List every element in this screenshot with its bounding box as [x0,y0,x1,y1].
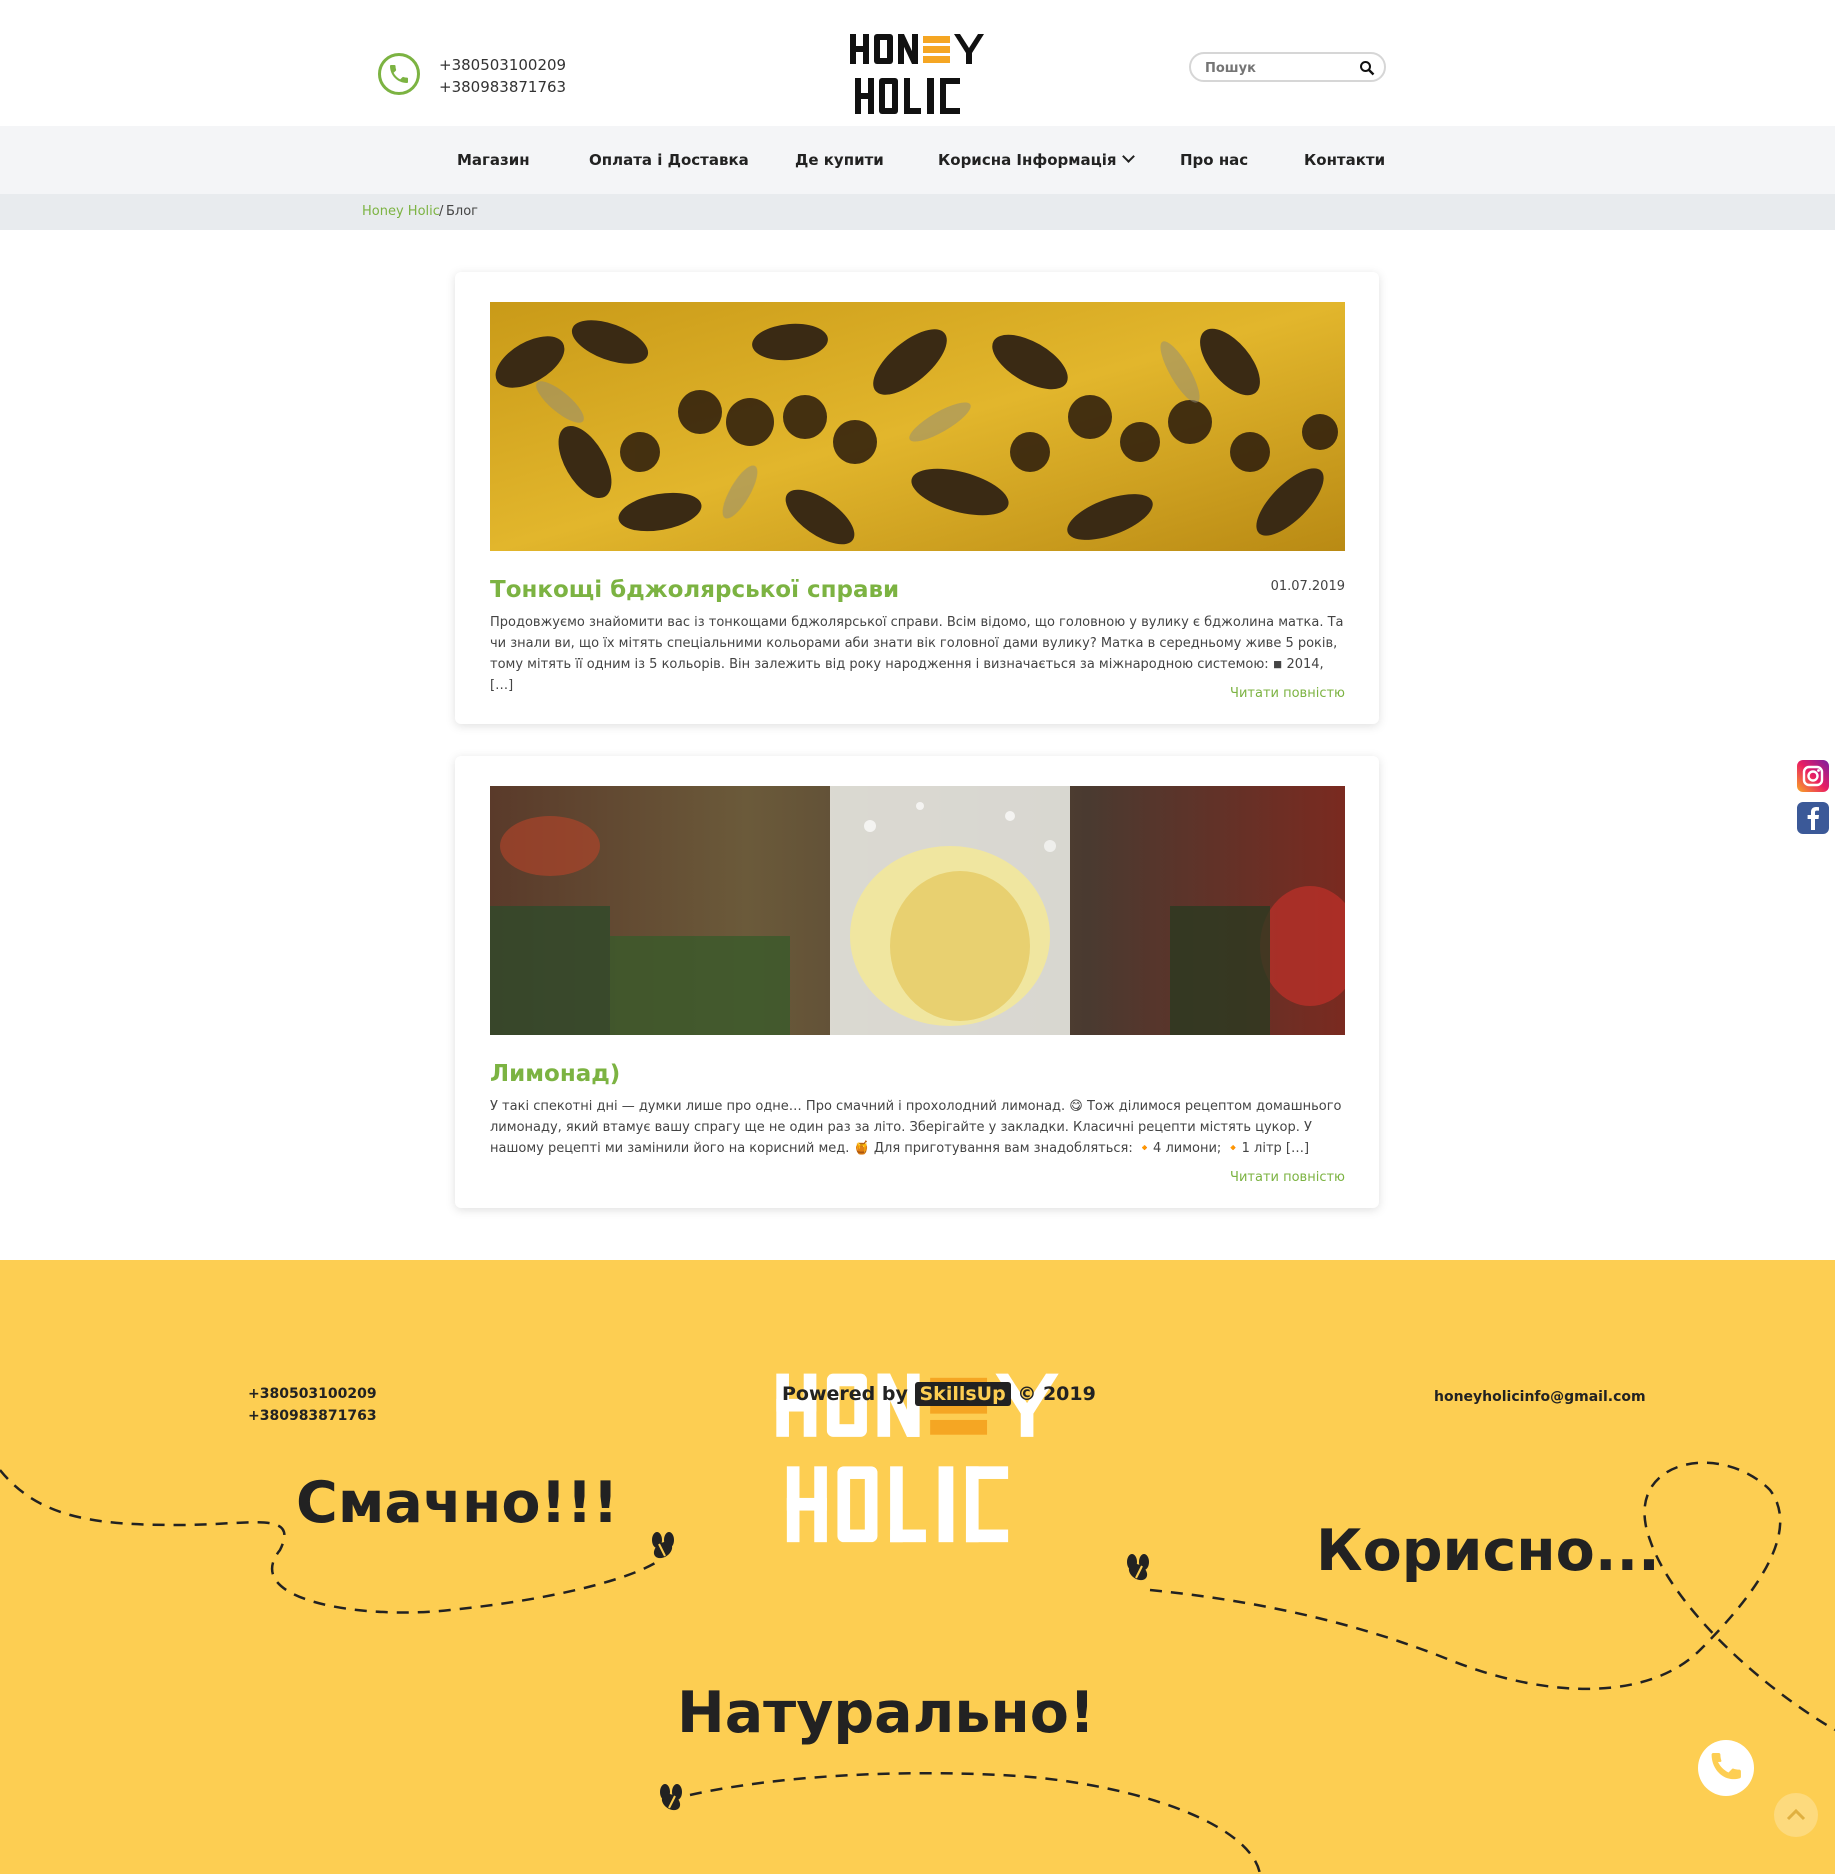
powered-by: Powered by SkillsUp © 2019 [782,1382,1096,1406]
breadcrumb-current: Блог [446,204,479,219]
nav-item-payment-delivery[interactable]: Оплата і Доставка [589,126,749,194]
call-button[interactable] [1698,1740,1754,1796]
site-footer: Смачно!!! Корисно... Натурально! [0,1260,1835,1874]
nav-label: Про нас [1180,151,1249,169]
nav-item-where-to-buy[interactable]: Де купити [795,126,884,194]
post-title[interactable]: Тонкощі бджолярської справи [490,577,899,603]
read-more-link[interactable]: Читати повністю [1230,1170,1345,1185]
post-date: 01.07.2019 [1270,579,1345,594]
header-phone-1[interactable]: +380503100209 [439,54,566,76]
read-more-link[interactable]: Читати повністю [1230,686,1345,701]
slogan-natural: Натурально! [677,1680,1095,1746]
blog-post-card: Лимонад) У такі спекотні дні — думки лиш… [455,756,1379,1208]
nav-label: Де купити [795,151,884,169]
nav-item-shop[interactable]: Магазин [457,126,530,194]
slogan-useful: Корисно... [1316,1518,1660,1584]
footer-email[interactable]: honeyholicinfo@gmail.com [1434,1389,1646,1405]
nav-label: Корисна Інформація [938,151,1117,169]
phone-icon [1711,1753,1741,1780]
instagram-icon[interactable] [1797,760,1829,792]
nav-label: Оплата і Доставка [589,151,749,169]
site-header: +380503100209 +380983871763 [0,0,1835,126]
nav-item-about[interactable]: Про нас [1180,126,1248,194]
bees-honeycomb-photo [490,302,1345,551]
nav-label: Контакти [1304,151,1386,169]
blog-post-card: Тонкощі бджолярської справи 01.07.2019 П… [455,272,1379,724]
chevron-down-icon [1121,150,1135,163]
bee-icon [652,1532,674,1559]
lemonade-glass-photo [490,786,1345,1035]
post-title[interactable]: Лимонад) [490,1061,620,1087]
main-nav: Магазин Оплата і Доставка Де купити Кори… [0,126,1835,194]
nav-label: Магазин [457,151,530,169]
post-image[interactable] [490,302,1345,551]
skillsup-logo[interactable]: SkillsUp [914,1382,1011,1406]
header-phone-2[interactable]: +380983871763 [439,76,566,98]
nav-item-useful-info[interactable]: Корисна Інформація [938,126,1135,194]
search-box[interactable] [1189,52,1386,82]
footer-phone-1[interactable]: +380503100209 [248,1383,377,1405]
powered-prefix: Powered by [782,1383,908,1405]
breadcrumb-home[interactable]: Honey Holic [362,194,440,230]
slogan-tasty: Смачно!!! [296,1470,619,1536]
site-logo[interactable] [847,30,987,120]
breadcrumb-separator: / [439,204,444,219]
facebook-icon[interactable] [1797,802,1829,834]
breadcrumb: Honey Holic / Блог [0,194,1835,230]
phone-icon[interactable] [378,53,420,95]
search-input[interactable] [1205,58,1355,78]
bee-icon [1127,1554,1149,1581]
bee-icon [660,1784,682,1811]
post-excerpt: У такі спекотні дні — думки лише про одн… [490,1099,1342,1156]
header-phones: +380503100209 +380983871763 [439,54,566,98]
footer-phone-2[interactable]: +380983871763 [248,1405,377,1427]
scroll-top-button[interactable] [1774,1793,1818,1837]
search-icon[interactable] [1359,60,1375,76]
post-image[interactable] [490,786,1345,1035]
copyright: © 2019 [1017,1383,1096,1405]
footer-phones: +380503100209 +380983871763 [248,1383,377,1427]
post-excerpt: Продовжуємо знайомити вас із тонкощами б… [490,615,1344,693]
chevron-up-icon [1786,1808,1806,1821]
nav-item-contacts[interactable]: Контакти [1304,126,1385,194]
